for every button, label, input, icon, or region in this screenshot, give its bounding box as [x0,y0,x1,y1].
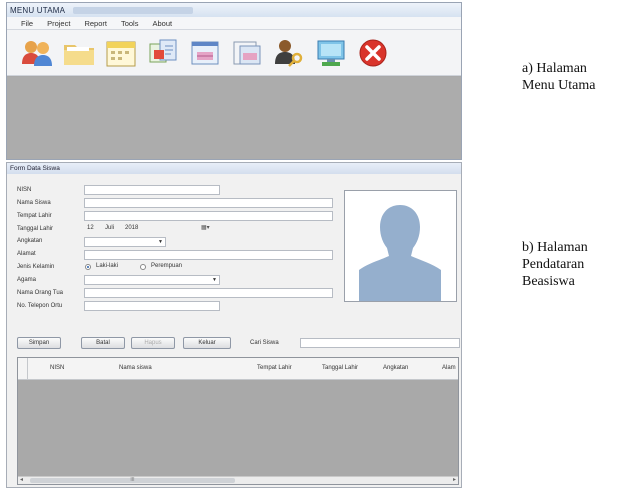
agama-combo[interactable]: ▼ [84,275,220,285]
date-year: 2018 [125,225,139,231]
window-title: MENU UTAMA [10,5,66,15]
nama-orang-tua-field[interactable] [84,288,333,298]
label-nama-siswa: Nama Siswa [17,200,51,206]
title-blurred-text [73,6,194,14]
caption-pendataran-beasiswa: b) Halaman Pendataran Beasiswa [522,239,588,290]
caption-line: b) Halaman [522,240,588,255]
menu-file[interactable]: File [21,19,33,28]
column-angkatan[interactable]: Angkatan [383,365,408,371]
batal-button[interactable]: Batal [81,337,125,349]
translate-icon[interactable] [146,36,180,70]
caption-menu-utama: a) Halaman Menu Utama [522,60,595,94]
date-day: 12 [87,225,94,231]
users-icon[interactable] [20,36,54,70]
horizontal-scrollbar[interactable]: ◂ III ▸ [18,476,458,484]
nama-siswa-field[interactable] [84,198,333,208]
form-titlebar: Form Data Siswa [7,163,461,174]
menu-utama-window: MENU UTAMA File Project Report Tools Abo… [6,2,462,160]
tempat-lahir-field[interactable] [84,211,333,221]
menu-project[interactable]: Project [47,19,70,28]
label-tanggal-lahir: Tanggal Lahir [17,226,54,232]
close-icon[interactable] [356,36,390,70]
column-nama-siswa[interactable]: Nama siswa [119,365,152,371]
toolbar [7,30,461,76]
scroll-thumb[interactable]: III [30,478,235,483]
search-input[interactable] [300,338,460,348]
menu-report[interactable]: Report [84,19,107,28]
label-tempat-lahir: Tempat Lahir [17,213,52,219]
label-angkatan: Angkatan [17,238,43,244]
row-header-divider [27,358,28,380]
tanggal-lahir-picker[interactable]: 12 Juli 2018 ▦▾ [84,224,220,234]
radio-laki-laki[interactable] [85,264,91,270]
avatar-placeholder-icon [345,191,456,301]
document-chart-icon[interactable] [230,36,264,70]
caption-line: a) Halaman [522,61,587,76]
column-tempat-lahir[interactable]: Tempat Lahir [257,365,292,371]
alamat-field[interactable] [84,250,333,260]
column-tanggal-lahir[interactable]: Tanggal Lahir [322,365,358,371]
label-jenis-kelamin: Jenis Kelamin [17,264,55,270]
radio-perempuan[interactable] [140,264,146,270]
table-header: NISN Nama siswa Tempat Lahir Tanggal Lah… [18,358,458,380]
telepon-ortu-field[interactable] [84,301,220,311]
nisn-field[interactable] [84,185,220,195]
column-nisn[interactable]: NISN [50,365,64,371]
user-key-icon[interactable] [272,36,306,70]
menu-workspace [7,77,461,159]
gender-radio-group: Laki-laki Perempuan [84,262,244,272]
computer-icon[interactable] [314,36,348,70]
keluar-button[interactable]: Keluar [183,337,231,349]
radio-perempuan-label: Perempuan [151,263,183,269]
chevron-down-icon: ▼ [212,277,217,283]
radio-laki-laki-label: Laki-laki [96,263,119,269]
label-telepon-ortu: No. Telepon Ortu [17,303,63,309]
folder-icon[interactable] [62,36,96,70]
menu-titlebar: MENU UTAMA [7,3,461,17]
caption-line: Beasiswa [522,274,575,289]
calendar-dropdown-icon[interactable]: ▦▾ [201,224,210,231]
scroll-left-icon[interactable]: ◂ [20,477,23,484]
label-alamat: Alamat [17,251,36,257]
scroll-right-icon[interactable]: ▸ [453,477,456,484]
label-nama-orang-tua: Nama Orang Tua [17,290,64,296]
form-title: Form Data Siswa [10,165,60,172]
cari-siswa-label: Cari Siswa [250,340,279,346]
caption-line: Pendataran [522,257,585,272]
caption-line: Menu Utama [522,78,596,93]
date-month: Juli [105,225,115,231]
label-agama: Agama [17,277,37,283]
form-data-siswa-window: Form Data Siswa NISN Nama Siswa Tempat L… [6,162,462,488]
student-table[interactable]: NISN Nama siswa Tempat Lahir Tanggal Lah… [17,357,459,485]
menu-tools[interactable]: Tools [121,19,139,28]
simpan-button[interactable]: Simpan [17,337,61,349]
menu-about[interactable]: About [152,19,172,28]
menu-bar: File Project Report Tools About [7,17,461,30]
chevron-down-icon: ▼ [158,239,163,245]
hapus-button[interactable]: Hapus [131,337,175,349]
column-alamat[interactable]: Alam [442,365,456,371]
student-photo[interactable] [344,190,457,302]
chart-icon[interactable] [188,36,222,70]
angkatan-combo[interactable]: ▼ [84,237,166,247]
calendar-icon[interactable] [104,36,138,70]
label-nisn: NISN [17,187,32,193]
